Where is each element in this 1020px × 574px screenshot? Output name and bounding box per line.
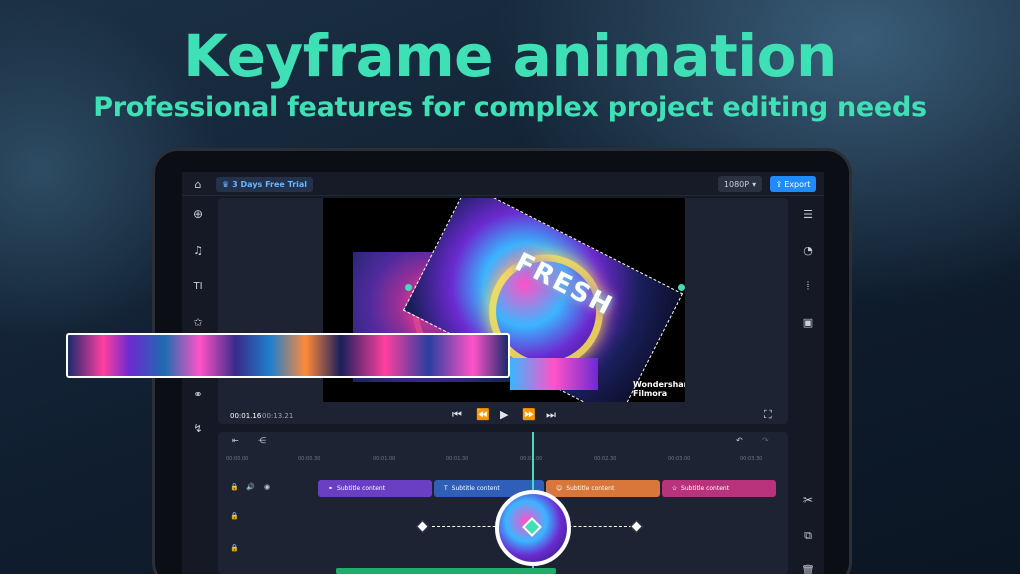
music-icon[interactable]: ♫ bbox=[190, 242, 206, 258]
visibility-icon[interactable]: ◉ bbox=[264, 483, 270, 491]
upload-icon: ⇪ bbox=[775, 179, 783, 189]
current-time: 00:01.16 bbox=[230, 412, 262, 420]
lock-icon[interactable]: 🔒 bbox=[230, 544, 239, 552]
ruler-tick: 00:01.00 bbox=[373, 456, 396, 462]
right-toolbar: ☰ ◔ ⦙ ▣ ✂ ⧉ 🗑 bbox=[792, 196, 824, 574]
effects-icon: ☺ bbox=[556, 485, 563, 492]
top-bar: ⌂ ♛ 3 Days Free Trial 1080P ▾ ⇪ Export bbox=[182, 172, 824, 196]
watermark-brand: Wondershare bbox=[633, 380, 685, 389]
play-icon[interactable]: ▶ bbox=[500, 408, 508, 421]
keyframe-tool-icon[interactable]: ⋲ bbox=[258, 436, 266, 445]
neon-fresh-sign: FRESH bbox=[510, 247, 619, 323]
transform-handle-left[interactable] bbox=[405, 284, 412, 291]
skip-end-icon[interactable]: ⏭ bbox=[546, 408, 556, 422]
skip-start-icon[interactable]: ⏮ bbox=[452, 408, 462, 422]
sticker-icon: ✩ bbox=[672, 485, 678, 492]
watermark-product: Filmora bbox=[633, 389, 668, 398]
subheadline: Professional features for complex projec… bbox=[93, 92, 927, 123]
sticker-icon[interactable]: ✩ bbox=[190, 314, 206, 330]
fullscreen-icon[interactable]: ⛶ bbox=[764, 408, 772, 422]
ruler-tick: 00:03.00 bbox=[668, 456, 691, 462]
filter-icon: ⚭ bbox=[328, 485, 334, 492]
ruler-tick: 00:02.30 bbox=[594, 456, 617, 462]
step-forward-icon[interactable]: ⏩ bbox=[522, 408, 536, 421]
free-trial-badge[interactable]: ♛ 3 Days Free Trial bbox=[216, 177, 314, 192]
resolution-value: 1080P bbox=[723, 179, 750, 189]
speed-icon[interactable]: ◔ bbox=[800, 242, 816, 258]
clip-label: Subtitle content bbox=[337, 485, 386, 492]
jump-start-icon[interactable]: ⇤ bbox=[232, 436, 239, 445]
lock-icon[interactable]: 🔒 bbox=[230, 512, 239, 520]
subtitle-clip[interactable]: ☺ Subtitle content bbox=[546, 480, 660, 497]
ruler-tick: 00:00.30 bbox=[298, 456, 321, 462]
adjust-icon[interactable]: ☰ bbox=[800, 206, 816, 222]
total-time: 00:13.21 bbox=[262, 412, 294, 420]
subtitle-clip[interactable]: ⚭ Subtitle content bbox=[318, 480, 432, 497]
delete-icon[interactable]: 🗑 bbox=[800, 562, 816, 574]
watermark: Wondershare Filmora bbox=[633, 380, 685, 398]
undo-icon[interactable]: ↶ bbox=[736, 436, 743, 445]
step-back-icon[interactable]: ⏪ bbox=[476, 408, 490, 421]
audio-track-clip[interactable] bbox=[336, 568, 556, 574]
lock-icon[interactable]: 🔒 bbox=[230, 483, 239, 491]
clip-label: Subtitle content bbox=[451, 485, 500, 492]
resolution-select[interactable]: 1080P ▾ bbox=[718, 176, 762, 192]
crop-icon[interactable]: ▣ bbox=[800, 314, 816, 330]
text-icon: T bbox=[444, 485, 448, 492]
left-toolbar: ⊕ ♫ TI ✩ ☺ ⚭ ↯ bbox=[182, 196, 214, 435]
video-track-clip-next[interactable] bbox=[510, 358, 598, 390]
chevron-down-icon: ▾ bbox=[752, 179, 757, 189]
export-button[interactable]: ⇪ Export bbox=[770, 176, 816, 192]
volume-icon[interactable]: 🔊 bbox=[246, 483, 255, 491]
subtitle-clip[interactable]: ✩ Subtitle content bbox=[662, 480, 776, 497]
clip-label: Subtitle content bbox=[566, 485, 615, 492]
preview-panel: FRESH Wondershare Filmora 00:01.16 00:13… bbox=[218, 198, 788, 424]
audio-wave-icon[interactable]: ⦙ bbox=[800, 278, 816, 294]
free-trial-label: 3 Days Free Trial bbox=[232, 180, 308, 189]
text-icon[interactable]: TI bbox=[190, 278, 206, 294]
filters-icon[interactable]: ⚭ bbox=[190, 386, 206, 402]
duplicate-icon[interactable]: ⧉ bbox=[800, 528, 816, 544]
export-label: Export bbox=[784, 179, 811, 189]
ruler-tick: 00:01.30 bbox=[446, 456, 469, 462]
transform-handle-right[interactable] bbox=[678, 284, 685, 291]
ruler-tick: 00:03.30 bbox=[740, 456, 763, 462]
transition-icon[interactable]: ↯ bbox=[190, 420, 206, 436]
ruler-tick: 00:00.00 bbox=[226, 456, 249, 462]
redo-icon[interactable]: ↷ bbox=[762, 436, 769, 445]
clip-label: Subtitle content bbox=[681, 485, 730, 492]
add-media-icon[interactable]: ⊕ bbox=[190, 206, 206, 222]
headline: Keyframe animation bbox=[183, 22, 837, 90]
video-track-clip[interactable] bbox=[66, 333, 510, 378]
split-icon[interactable]: ✂ bbox=[800, 492, 816, 508]
crown-icon: ♛ bbox=[222, 180, 230, 189]
home-icon[interactable]: ⌂ bbox=[190, 176, 206, 192]
